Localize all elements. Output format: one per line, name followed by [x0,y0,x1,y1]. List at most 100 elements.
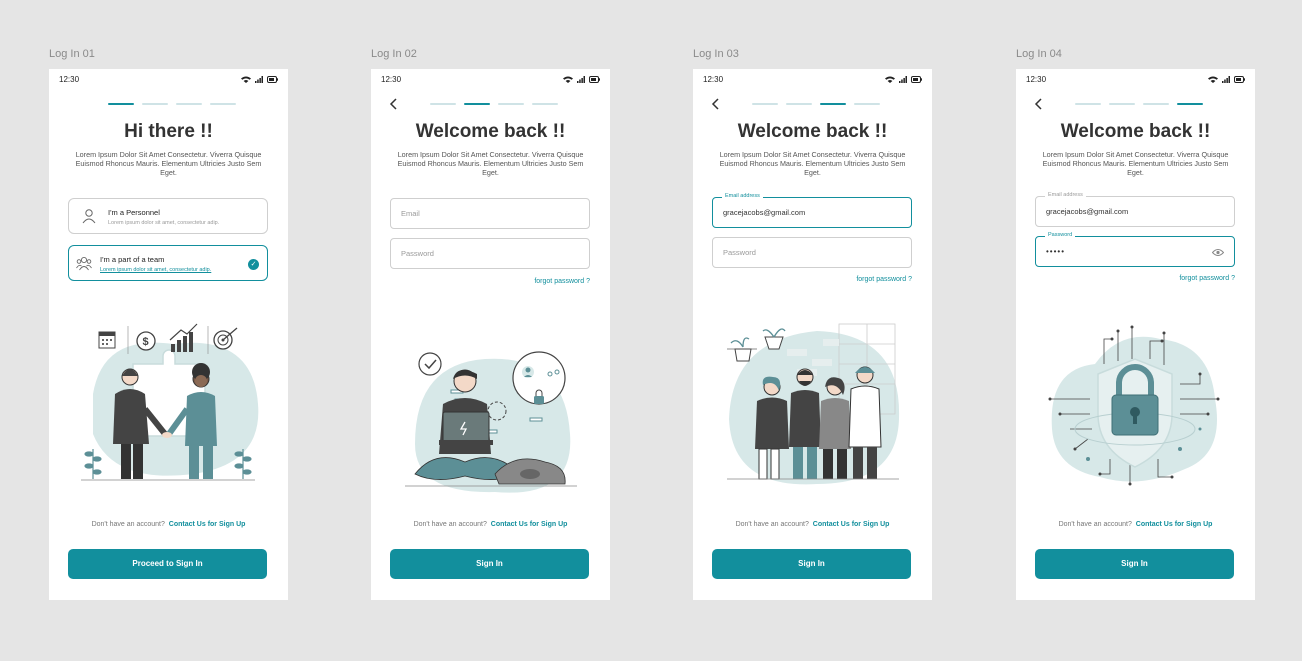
role-option-personnel[interactable]: I'm a Personnel Lorem ipsum dolor sit am… [68,198,268,234]
battery-icon [589,76,600,83]
password-field[interactable] [390,238,590,269]
wifi-icon [885,76,895,83]
status-bar: 12:30 [59,75,278,87]
step-progress [108,103,236,105]
page-subtitle: Lorem Ipsum Dolor Sit Amet Consectetur. … [75,150,262,178]
status-icons [885,76,922,83]
step-3 [176,103,202,105]
forgot-password-link[interactable]: forgot password ? [1179,275,1235,282]
page-subtitle: Lorem Ipsum Dolor Sit Amet Consectetur. … [397,150,584,178]
login-screen-3: 12:30 Welcome back !! Lorem Ipsum Dolor … [693,69,932,600]
email-input[interactable] [723,198,883,227]
status-bar: 12:30 [1026,75,1245,87]
step-3 [1143,103,1169,105]
page-title: Welcome back !! [1060,121,1211,142]
login-screen-1: 12:30 Hi there !! Lorem Ipsum Dolor Sit … [49,69,288,600]
status-time: 12:30 [703,75,724,84]
role-title: I'm a Personnel [108,208,160,217]
role-title: I'm a part of a team [100,255,165,264]
status-bar: 12:30 [703,75,922,87]
password-field[interactable]: Password ••••• [1035,232,1235,267]
step-1 [752,103,778,105]
signup-link[interactable]: Contact Us for Sign Up [1136,521,1213,528]
password-input[interactable] [723,238,883,267]
password-value: ••••• [1046,247,1066,256]
svg-text:$: $ [143,336,149,348]
signup-prompt: Don't have an account? [413,521,487,528]
business-handshake-illustration: $ [81,323,259,481]
password-input[interactable] [401,239,561,268]
email-input[interactable] [1046,197,1206,226]
status-icons [241,76,278,83]
frame-label: Log In 02 [371,48,417,60]
page-subtitle: Lorem Ipsum Dolor Sit Amet Consectetur. … [719,150,906,178]
back-arrow-icon[interactable] [709,97,723,111]
email-field[interactable] [390,198,590,229]
battery-icon [267,76,278,83]
status-time: 12:30 [59,75,80,84]
email-input[interactable] [401,199,561,228]
role-description: Lorem ipsum dolor sit amet, consectetur … [108,220,220,226]
signal-icon [899,76,907,83]
signup-row: Don't have an account? Contact Us for Si… [371,521,610,528]
step-4 [210,103,236,105]
role-option-team[interactable]: I'm a part of a team Lorem ipsum dolor s… [68,245,268,281]
eye-icon[interactable] [1212,248,1224,257]
step-4 [532,103,558,105]
team-icon [76,256,92,271]
sign-in-button[interactable]: Sign In [1035,549,1234,579]
status-time: 12:30 [381,75,402,84]
step-2 [464,103,490,105]
frame-label: Log In 03 [693,48,739,60]
signal-icon [1222,76,1230,83]
forgot-password-link[interactable]: forgot password ? [534,278,590,285]
user-icon [82,209,96,224]
signup-link[interactable]: Contact Us for Sign Up [169,521,246,528]
step-1 [1075,103,1101,105]
battery-icon [911,76,922,83]
signal-icon [255,76,263,83]
step-progress [1075,103,1203,105]
login-screen-4: 12:30 Welcome back !! Lorem Ipsum Dolor … [1016,69,1255,600]
wifi-icon [563,76,573,83]
sign-in-button[interactable]: Sign In [390,549,589,579]
wifi-icon [1208,76,1218,83]
battery-icon [1234,76,1245,83]
step-2 [142,103,168,105]
email-field[interactable]: Email address [1035,192,1235,227]
frame-label: Log In 01 [49,48,95,60]
step-2 [786,103,812,105]
status-icons [563,76,600,83]
page-title: Welcome back !! [737,121,888,142]
sign-in-button[interactable]: Sign In [712,549,911,579]
status-icons [1208,76,1245,83]
email-field[interactable]: Email address [712,193,912,228]
signup-row: Don't have an account? Contact Us for Si… [693,521,932,528]
signup-prompt: Don't have an account? [735,521,809,528]
wifi-icon [241,76,251,83]
check-icon: ✓ [248,259,259,270]
page-title: Hi there !! [124,121,213,142]
signup-link[interactable]: Contact Us for Sign Up [813,521,890,528]
signal-icon [577,76,585,83]
forgot-password-link[interactable]: forgot password ? [856,276,912,283]
signup-link[interactable]: Contact Us for Sign Up [491,521,568,528]
frame-label: Log In 04 [1016,48,1062,60]
login-screen-2: 12:30 Welcome back !! Lorem Ipsum Dolor … [371,69,610,600]
proceed-to-sign-in-button[interactable]: Proceed to Sign In [68,549,267,579]
step-1 [430,103,456,105]
step-2 [1109,103,1135,105]
back-arrow-icon[interactable] [387,97,401,111]
signup-prompt: Don't have an account? [91,521,165,528]
step-4 [1177,103,1203,105]
step-4 [854,103,880,105]
role-description: Lorem ipsum dolor sit amet, consectetur … [100,267,212,273]
back-arrow-icon[interactable] [1032,97,1046,111]
page-subtitle: Lorem Ipsum Dolor Sit Amet Consectetur. … [1042,150,1229,178]
password-field-label: Password [1045,232,1076,238]
security-lock-illustration [1048,325,1220,486]
step-1 [108,103,134,105]
status-time: 12:30 [1026,75,1047,84]
step-progress [752,103,880,105]
password-field[interactable] [712,237,912,268]
